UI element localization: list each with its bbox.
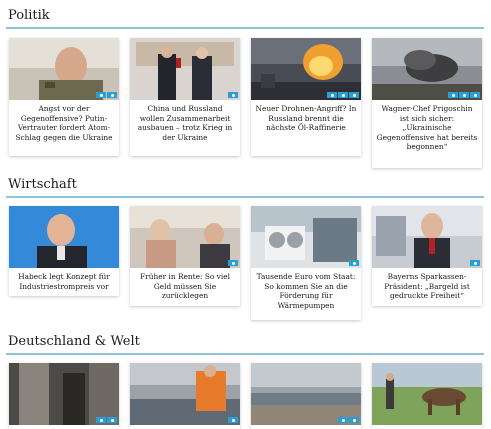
video-icon[interactable]: [349, 260, 359, 266]
article-thumbnail[interactable]: [9, 38, 119, 100]
media-badges: [338, 417, 359, 423]
article-headline[interactable]: Früher in Rente: So viel Geld müssen Sie…: [134, 272, 236, 301]
media-badges: [228, 260, 238, 266]
article-card[interactable]: Wagner-Chef Prigoschin ist sich sicher: …: [372, 38, 482, 168]
video-icon[interactable]: [107, 92, 117, 98]
video-icon[interactable]: [228, 260, 238, 266]
share-icon[interactable]: [338, 417, 348, 423]
share-icon[interactable]: [448, 92, 458, 98]
article-card[interactable]: Tausende Euro vom Staat: So kommen Sie a…: [251, 206, 361, 320]
video-icon[interactable]: [107, 417, 117, 423]
video-icon[interactable]: [228, 92, 238, 98]
article-card[interactable]: [130, 363, 240, 429]
gallery-icon[interactable]: [459, 92, 469, 98]
section-title[interactable]: Wirtschaft: [8, 177, 77, 192]
article-headline[interactable]: Angst vor der Gegenoffensive? Putin-Vert…: [13, 104, 115, 142]
article-card[interactable]: Habeck legt Konzept für Industriestrompr…: [9, 206, 119, 296]
article-card[interactable]: [9, 363, 119, 429]
article-headline[interactable]: Bayerns Sparkassen-Präsident: „Bargeld i…: [376, 272, 478, 301]
section-title[interactable]: Politik: [8, 8, 50, 23]
media-badges: [96, 92, 117, 98]
media-badges: [349, 260, 359, 266]
article-thumbnail[interactable]: [9, 363, 119, 425]
article-headline[interactable]: Wagner-Chef Prigoschin ist sich sicher: …: [376, 104, 478, 152]
article-thumbnail[interactable]: [251, 363, 361, 425]
article-headline[interactable]: Habeck legt Konzept für Industriestrompr…: [13, 272, 115, 291]
article-thumbnail[interactable]: [372, 206, 482, 268]
video-icon[interactable]: [470, 92, 480, 98]
article-thumbnail[interactable]: [251, 206, 361, 268]
article-thumbnail[interactable]: [130, 206, 240, 268]
media-badges: [327, 92, 359, 98]
section-divider: [6, 27, 484, 29]
article-thumbnail[interactable]: [372, 363, 482, 425]
article-card[interactable]: [372, 363, 482, 429]
article-card[interactable]: Bayerns Sparkassen-Präsident: „Bargeld i…: [372, 206, 482, 306]
media-badges: [228, 92, 238, 98]
article-thumbnail[interactable]: [9, 206, 119, 268]
section-wirtschaft: Wirtschaft Habeck legt Konzept für Indus…: [0, 176, 491, 330]
share-icon[interactable]: [327, 92, 337, 98]
article-card[interactable]: Früher in Rente: So viel Geld müssen Sie…: [130, 206, 240, 306]
section-divider: [6, 353, 484, 355]
article-card[interactable]: Neuer Drohnen-Angriff? In Russland brenn…: [251, 38, 361, 156]
gallery-icon[interactable]: [338, 92, 348, 98]
article-headline[interactable]: China und Russland wollen Zusammenarbeit…: [134, 104, 236, 142]
article-card[interactable]: Angst vor der Gegenoffensive? Putin-Vert…: [9, 38, 119, 156]
article-headline[interactable]: Neuer Drohnen-Angriff? In Russland brenn…: [255, 104, 357, 133]
section-divider: [6, 196, 484, 198]
article-thumbnail[interactable]: [130, 363, 240, 425]
media-badges: [96, 417, 117, 423]
media-badges: [228, 417, 238, 423]
article-headline[interactable]: Tausende Euro vom Staat: So kommen Sie a…: [255, 272, 357, 310]
article-thumbnail[interactable]: [372, 38, 482, 100]
video-icon[interactable]: [228, 417, 238, 423]
article-card[interactable]: [251, 363, 361, 429]
video-icon[interactable]: [349, 92, 359, 98]
section-title[interactable]: Deutschland & Welt: [8, 334, 140, 349]
media-badges: [470, 260, 480, 266]
video-icon[interactable]: [349, 417, 359, 423]
video-icon[interactable]: [470, 260, 480, 266]
article-thumbnail[interactable]: [130, 38, 240, 100]
section-politik: Politik Angst vor der Gegenoffensive? Pu…: [0, 0, 491, 176]
media-badges: [448, 92, 480, 98]
share-icon[interactable]: [96, 92, 106, 98]
section-deutschland-welt: Deutschland & Welt: [0, 330, 491, 429]
share-icon[interactable]: [96, 417, 106, 423]
article-thumbnail[interactable]: [251, 38, 361, 100]
article-card[interactable]: China und Russland wollen Zusammenarbeit…: [130, 38, 240, 156]
